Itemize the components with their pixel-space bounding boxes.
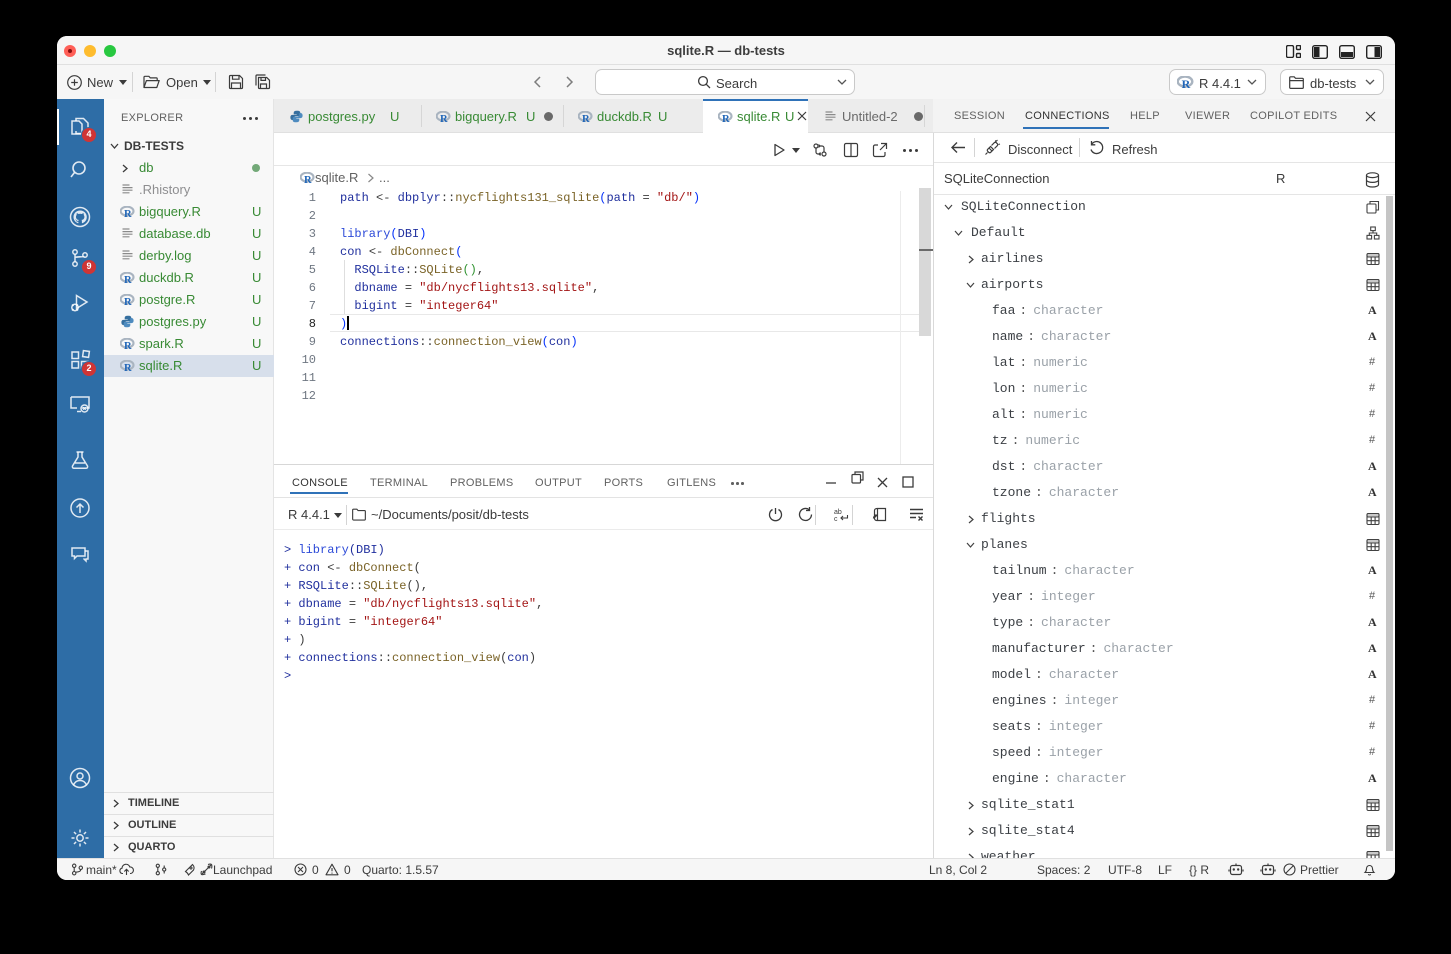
svg-text:R: R xyxy=(124,363,132,372)
svg-text:R: R xyxy=(124,275,132,284)
svg-text:R: R xyxy=(124,297,132,306)
svg-text:c: c xyxy=(834,516,838,522)
svg-text:R: R xyxy=(124,209,132,218)
svg-text:R: R xyxy=(722,114,730,123)
svg-text:R: R xyxy=(1182,77,1191,89)
svg-text:ab: ab xyxy=(834,509,842,516)
svg-text:R: R xyxy=(582,114,590,123)
svg-text:R: R xyxy=(304,175,312,184)
svg-text:R: R xyxy=(124,341,132,350)
svg-text:R: R xyxy=(440,114,448,123)
